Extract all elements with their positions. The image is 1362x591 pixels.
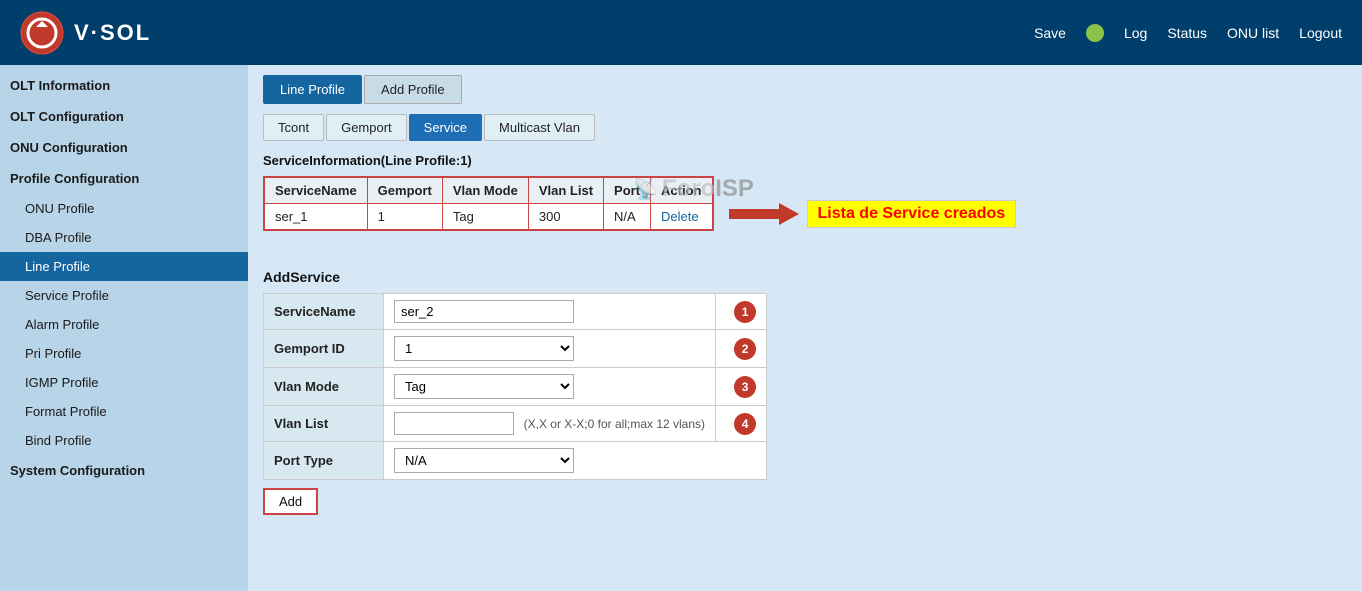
cell-vlan-list-input: (X,X or X-X;0 for all;max 12 vlans) (384, 406, 716, 442)
service-table: ServiceName Gemport Vlan Mode Vlan List … (263, 176, 714, 231)
sub-tab-tcont[interactable]: Tcont (263, 114, 324, 141)
cell-gemport-id-input: 1 2 3 4 (384, 330, 716, 368)
col-vlan-list: Vlan List (528, 177, 603, 204)
annotation-label: Lista de Service creados (807, 200, 1017, 228)
sidebar-item-pri-profile[interactable]: Pri Profile (0, 339, 248, 368)
sidebar-item-onu-configuration[interactable]: ONU Configuration (0, 132, 248, 163)
service-info-title: ServiceInformation(Line Profile:1) (263, 153, 1347, 168)
cell-badge-3: 3 (716, 368, 767, 406)
add-service-title: AddService (263, 269, 1347, 285)
form-row-vlan-list: Vlan List (X,X or X-X;0 for all;max 12 v… (264, 406, 767, 442)
vlan-list-hint: (X,X or X-X;0 for all;max 12 vlans) (524, 417, 705, 431)
form-row-vlan-mode: Vlan Mode Tag Transparent Translation 3 (264, 368, 767, 406)
col-service-name: ServiceName (264, 177, 367, 204)
delete-link[interactable]: Delete (661, 209, 699, 224)
save-button[interactable]: Save (1034, 25, 1066, 41)
annotation-group: Lista de Service creados (729, 199, 1017, 229)
sidebar-item-bind-profile[interactable]: Bind Profile (0, 426, 248, 455)
col-gemport: Gemport (367, 177, 442, 204)
col-vlan-mode: Vlan Mode (442, 177, 528, 204)
step-badge-2: 2 (734, 338, 756, 360)
sidebar-item-service-profile[interactable]: Service Profile (0, 281, 248, 310)
add-service-form: ServiceName 1 Gemport ID (263, 293, 767, 480)
cell-service-name: ser_1 (264, 204, 367, 231)
sidebar-item-profile-configuration[interactable]: Profile Configuration (0, 163, 248, 194)
add-row: Add (263, 488, 1347, 515)
header: V·SOL Save Log Status ONU list Logout (0, 0, 1362, 65)
cell-port-type-input: N/A LAN VEIP (384, 442, 767, 480)
add-button[interactable]: Add (263, 488, 318, 515)
cell-badge-4: 4 (716, 406, 767, 442)
cell-vlan-list: 300 (528, 204, 603, 231)
cell-service-name-input (384, 294, 716, 330)
tab-line-profile[interactable]: Line Profile (263, 75, 362, 104)
log-link[interactable]: Log (1124, 25, 1147, 41)
step-badge-1: 1 (734, 301, 756, 323)
logout-link[interactable]: Logout (1299, 25, 1342, 41)
label-vlan-list: Vlan List (264, 406, 384, 442)
port-type-select[interactable]: N/A LAN VEIP (394, 448, 574, 473)
cell-port: N/A (604, 204, 651, 231)
sidebar-item-olt-information[interactable]: OLT Information (0, 70, 248, 101)
label-gemport-id: Gemport ID (264, 330, 384, 368)
sidebar-item-olt-configuration[interactable]: OLT Configuration (0, 101, 248, 132)
cell-action[interactable]: Delete (651, 204, 713, 231)
sub-tab-multicast-vlan[interactable]: Multicast Vlan (484, 114, 595, 141)
form-row-service-name: ServiceName 1 (264, 294, 767, 330)
step-badge-4: 4 (734, 413, 756, 435)
logo-area: V·SOL (20, 11, 268, 55)
service-name-input[interactable] (394, 300, 574, 323)
cell-badge-2: 2 (716, 330, 767, 368)
main-layout: OLT Information OLT Configuration ONU Co… (0, 65, 1362, 591)
header-nav: Save Log Status ONU list Logout (1034, 24, 1342, 42)
label-vlan-mode: Vlan Mode (264, 368, 384, 406)
sub-tab-row: Tcont Gemport Service Multicast Vlan (263, 114, 1347, 141)
table-annotation-area: ServiceName Gemport Vlan Mode Vlan List … (263, 176, 1347, 251)
vlan-list-input[interactable] (394, 412, 514, 435)
cell-vlan-mode-input: Tag Transparent Translation (384, 368, 716, 406)
table-row: ser_1 1 Tag 300 N/A Delete (264, 204, 713, 231)
step-badge-3: 3 (734, 376, 756, 398)
arrow-icon (729, 199, 799, 229)
sub-tab-gemport[interactable]: Gemport (326, 114, 407, 141)
main-tab-row: Line Profile Add Profile (263, 75, 1347, 104)
sidebar-item-igmp-profile[interactable]: IGMP Profile (0, 368, 248, 397)
sidebar-item-onu-profile[interactable]: ONU Profile (0, 194, 248, 223)
vlan-mode-select[interactable]: Tag Transparent Translation (394, 374, 574, 399)
sidebar-item-dba-profile[interactable]: DBA Profile (0, 223, 248, 252)
status-link[interactable]: Status (1167, 25, 1207, 41)
cell-gemport: 1 (367, 204, 442, 231)
label-port-type: Port Type (264, 442, 384, 480)
main-content: Line Profile Add Profile Tcont Gemport S… (248, 65, 1362, 591)
col-port: Port (604, 177, 651, 204)
sidebar-item-format-profile[interactable]: Format Profile (0, 397, 248, 426)
cell-badge-1: 1 (716, 294, 767, 330)
sidebar: OLT Information OLT Configuration ONU Co… (0, 65, 248, 591)
status-indicator (1086, 24, 1104, 42)
content-wrapper: Line Profile Add Profile Tcont Gemport S… (263, 75, 1347, 515)
form-row-port-type: Port Type N/A LAN VEIP (264, 442, 767, 480)
col-action: Action (651, 177, 713, 204)
sidebar-item-alarm-profile[interactable]: Alarm Profile (0, 310, 248, 339)
logo-text: V·SOL (74, 20, 151, 46)
cell-vlan-mode: Tag (442, 204, 528, 231)
tab-add-profile[interactable]: Add Profile (364, 75, 462, 104)
sidebar-item-system-configuration[interactable]: System Configuration (0, 455, 248, 486)
sub-tab-service[interactable]: Service (409, 114, 482, 141)
vsol-logo (20, 11, 64, 55)
onu-list-link[interactable]: ONU list (1227, 25, 1279, 41)
sidebar-item-line-profile[interactable]: Line Profile (0, 252, 248, 281)
label-service-name: ServiceName (264, 294, 384, 330)
gemport-id-select[interactable]: 1 2 3 4 (394, 336, 574, 361)
form-row-gemport-id: Gemport ID 1 2 3 4 2 (264, 330, 767, 368)
